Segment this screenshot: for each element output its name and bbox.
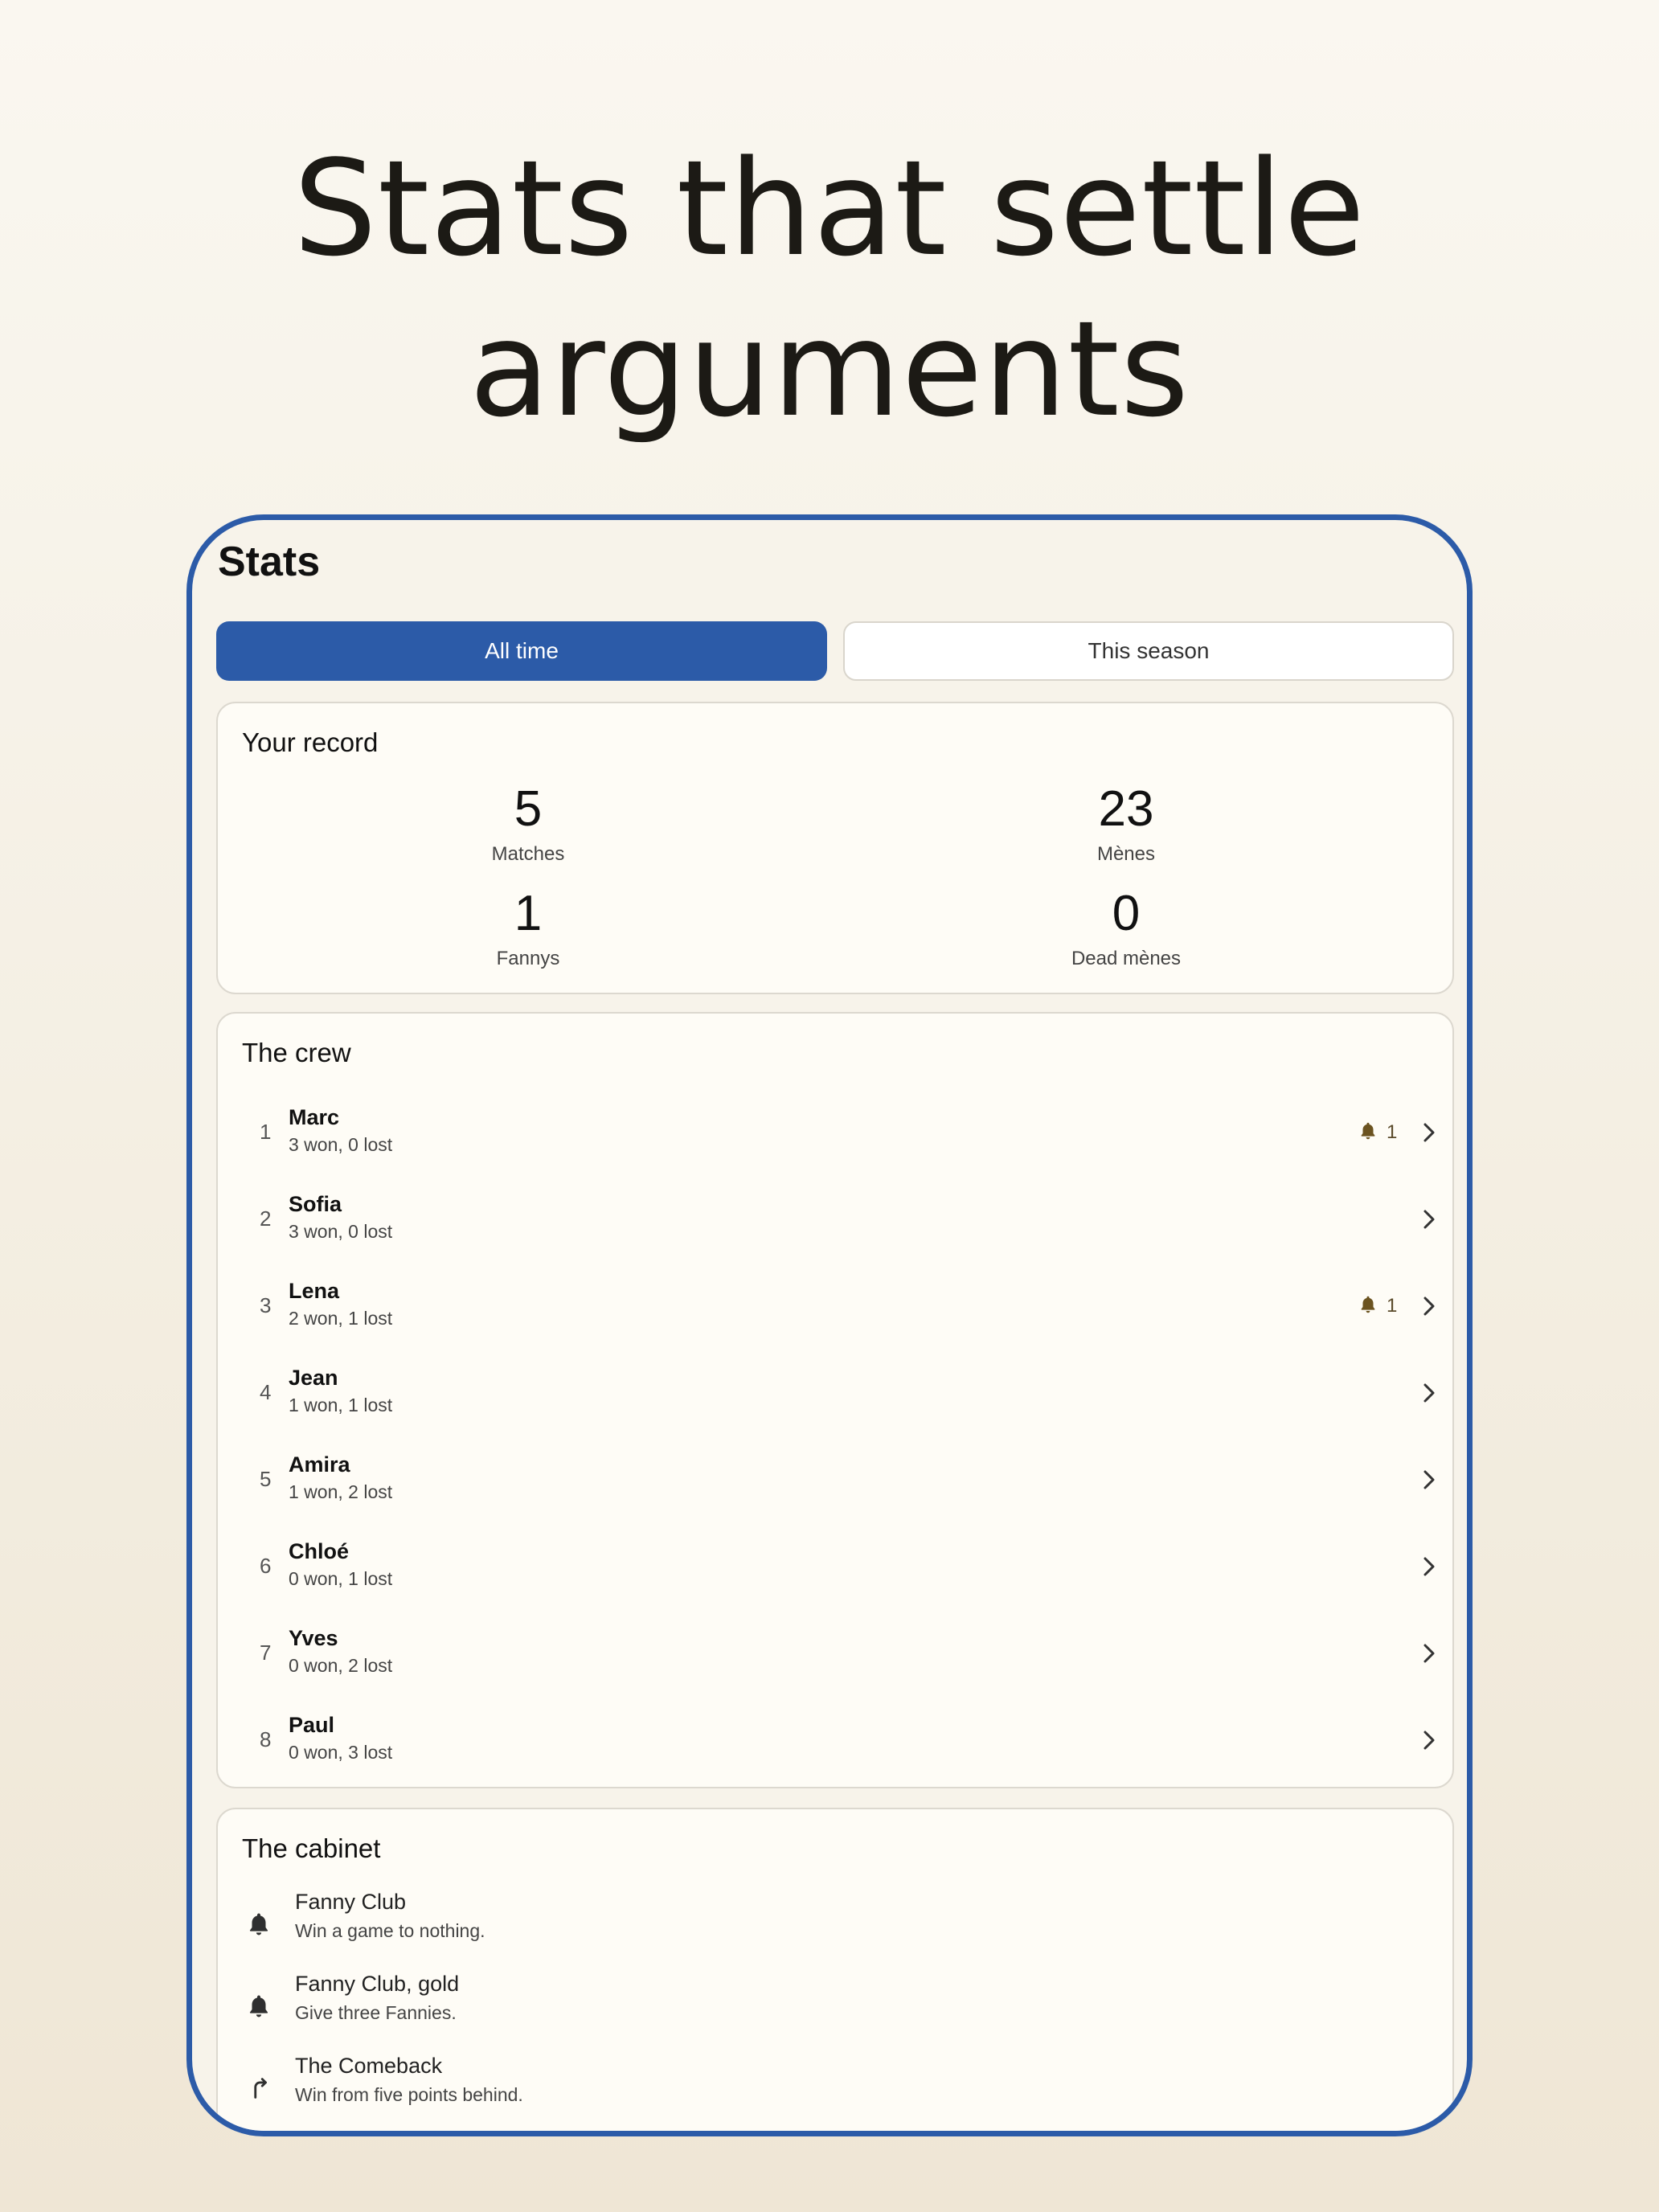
- achievement-desc: Win from five points behind.: [295, 2084, 523, 2105]
- headline: Stats that settle arguments: [0, 129, 1659, 450]
- stat-value: 5: [514, 781, 543, 837]
- achievement-row: Fanny Club Win a game to nothing.: [218, 1890, 1456, 1970]
- stat-matches: 5 Matches: [367, 780, 689, 866]
- achievement-name: Fanny Club: [295, 1890, 407, 1914]
- stat-label: Mènes: [1096, 843, 1156, 865]
- headline-line-2: arguments: [469, 293, 1190, 446]
- achievement-desc: Win a game to nothing.: [295, 1920, 485, 1941]
- player-record: 0 won, 2 lost: [289, 1655, 393, 1676]
- bell-icon: [245, 1911, 272, 1938]
- player-rank: 2: [260, 1206, 272, 1231]
- player-record: 3 won, 0 lost: [289, 1134, 393, 1155]
- achievement-row: The Comeback Win from five points behind.: [218, 2054, 1456, 2131]
- player-record: 2 won, 1 lost: [289, 1308, 393, 1329]
- chevron-right-icon: [1420, 1641, 1438, 1666]
- crew-row[interactable]: 7 Yves 0 won, 2 lost: [218, 1618, 1456, 1698]
- player-rank: 6: [260, 1554, 272, 1578]
- bell-icon: [1358, 1294, 1378, 1319]
- segment-all-time[interactable]: All time: [216, 621, 827, 681]
- stat-menes: 23 Mènes: [965, 780, 1287, 866]
- bell-icon: [245, 1993, 272, 2020]
- player-record: 3 won, 0 lost: [289, 1221, 393, 1242]
- cabinet-card: The cabinet Fanny Club Win a game to noth…: [216, 1808, 1456, 2131]
- chevron-right-icon: [1420, 1206, 1438, 1232]
- page-title: Stats: [218, 539, 321, 585]
- chevron-right-icon: [1420, 1380, 1438, 1406]
- period-segmented-control: All time This season: [216, 621, 1454, 681]
- chevron-right-icon: [1420, 1727, 1438, 1753]
- bell-icon: [1358, 1120, 1378, 1145]
- stat-value: 1: [514, 886, 543, 941]
- player-name: Paul: [289, 1713, 335, 1737]
- comeback-arrow-icon: [245, 2075, 272, 2102]
- player-name: Yves: [289, 1626, 338, 1650]
- player-record: 0 won, 1 lost: [289, 1568, 393, 1589]
- player-name: Amira: [289, 1452, 350, 1477]
- chevron-right-icon: [1420, 1120, 1438, 1145]
- segment-this-season[interactable]: This season: [843, 621, 1454, 681]
- headline-line-1: Stats that settle: [293, 132, 1366, 285]
- player-badge: 1: [1358, 1293, 1397, 1319]
- player-record: 1 won, 2 lost: [289, 1481, 393, 1502]
- player-name: Jean: [289, 1366, 338, 1390]
- player-rank: 1: [260, 1120, 272, 1144]
- player-record: 1 won, 1 lost: [289, 1395, 393, 1415]
- player-badge: 1: [1358, 1120, 1397, 1145]
- crew-row[interactable]: 1 Marc 3 won, 0 lost 1: [218, 1097, 1456, 1178]
- crew-card: The crew 1 Marc 3 won, 0 lost 1 2 Sofia 3 won,…: [216, 1012, 1454, 1788]
- player-rank: 3: [260, 1293, 272, 1317]
- player-record: 0 won, 3 lost: [289, 1742, 393, 1763]
- crew-title: The crew: [242, 1038, 351, 1067]
- badge-count: 1: [1387, 1295, 1398, 1317]
- crew-row[interactable]: 5 Amira 1 won, 2 lost: [218, 1444, 1456, 1525]
- chevron-right-icon: [1420, 1467, 1438, 1493]
- stat-label: Fannys: [496, 948, 560, 969]
- player-name: Sofia: [289, 1192, 342, 1216]
- chevron-right-icon: [1420, 1554, 1438, 1579]
- achievement-desc: Give three Fannies.: [295, 2002, 457, 2023]
- stat-label: Matches: [491, 843, 565, 865]
- badge-count: 1: [1387, 1121, 1398, 1143]
- stat-value: 0: [1112, 886, 1141, 941]
- stat-label: Dead mènes: [1071, 948, 1182, 969]
- achievement-name: The Comeback: [295, 2054, 443, 2078]
- stat-fannys: 1 Fannys: [367, 885, 689, 970]
- player-rank: 8: [260, 1727, 272, 1751]
- chevron-right-icon: [1420, 1293, 1438, 1319]
- stat-value: 23: [1098, 781, 1154, 837]
- player-rank: 4: [260, 1380, 272, 1404]
- stat-dead-menes: 0 Dead mènes: [965, 885, 1287, 970]
- player-rank: 5: [260, 1467, 272, 1491]
- crew-row[interactable]: 2 Sofia 3 won, 0 lost: [218, 1184, 1456, 1264]
- achievement-name: Fanny Club, gold: [295, 1972, 460, 1996]
- record-title: Your record: [242, 727, 379, 757]
- crew-row[interactable]: 4 Jean 1 won, 1 lost: [218, 1358, 1456, 1438]
- player-name: Chloé: [289, 1539, 350, 1563]
- record-card: Your record 5 Matches 23 Mènes 1 Fannys …: [216, 702, 1454, 994]
- crew-row[interactable]: 8 Paul 0 won, 3 lost: [218, 1705, 1456, 1785]
- crew-row[interactable]: 3 Lena 2 won, 1 lost 1: [218, 1271, 1456, 1351]
- crew-row[interactable]: 6 Chloé 0 won, 1 lost: [218, 1531, 1456, 1612]
- achievement-row: Fanny Club, gold Give three Fannies.: [218, 1972, 1456, 2052]
- player-rank: 7: [260, 1641, 272, 1665]
- player-name: Marc: [289, 1105, 340, 1129]
- cabinet-title: The cabinet: [242, 1833, 381, 1863]
- device-frame: Stats All time This season Your record 5…: [186, 514, 1473, 2136]
- player-name: Lena: [289, 1279, 340, 1303]
